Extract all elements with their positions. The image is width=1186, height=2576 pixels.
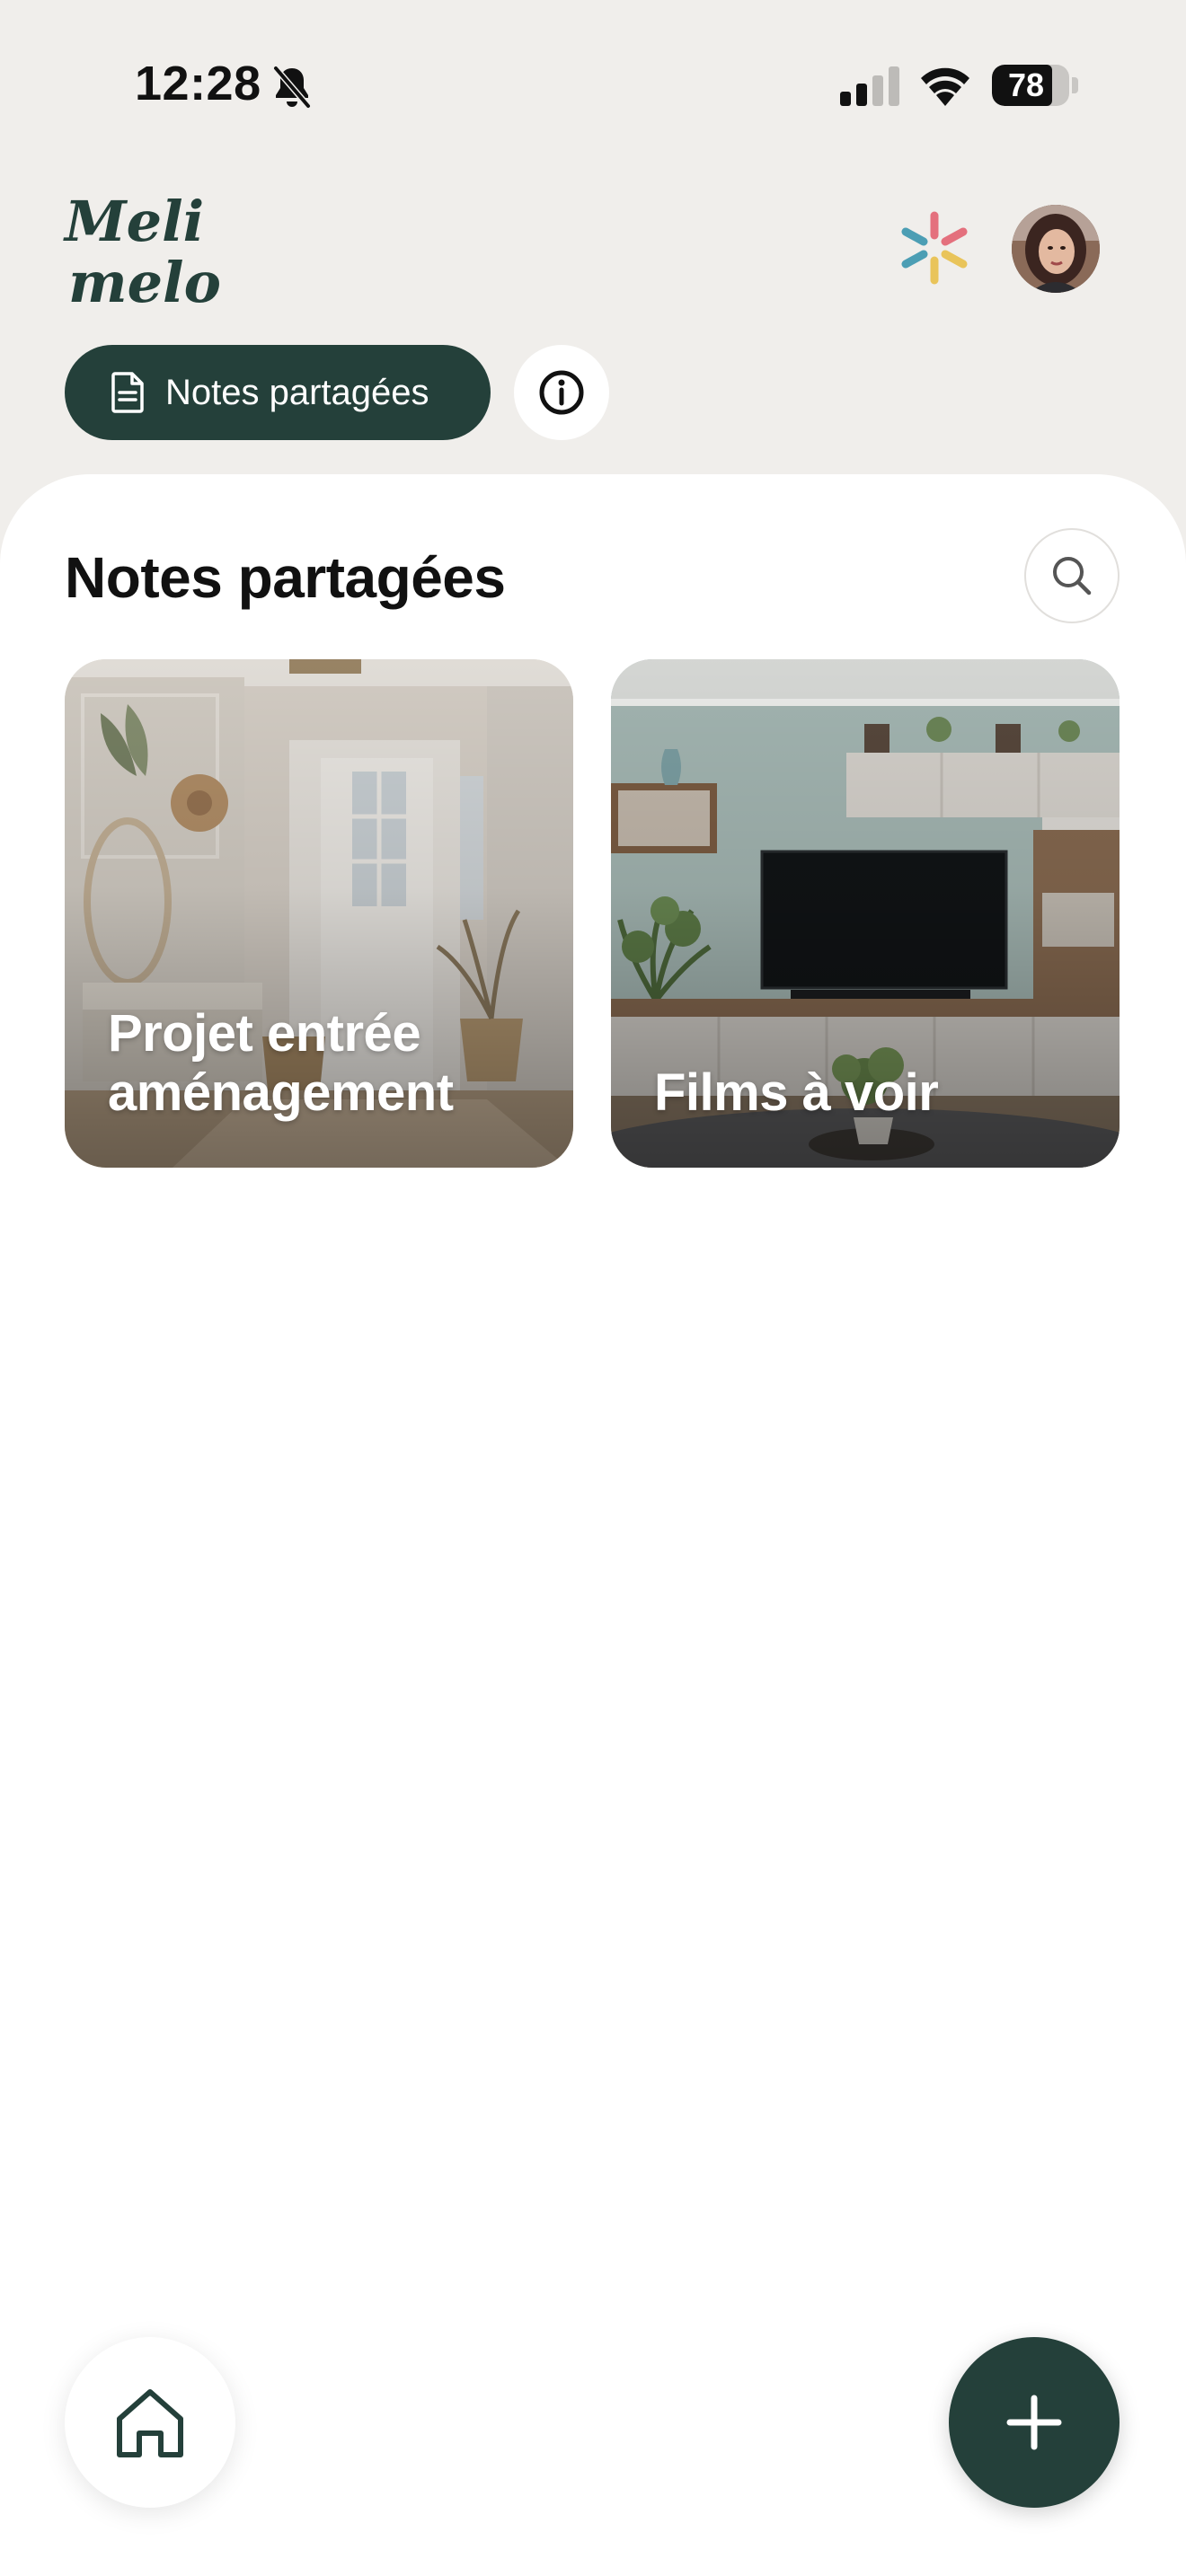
battery-percent: 78	[1007, 66, 1045, 103]
wifi-icon	[921, 67, 969, 106]
sparkle-icon[interactable]	[895, 208, 974, 287]
search-button[interactable]	[1024, 528, 1120, 623]
battery-body: 78	[992, 65, 1069, 106]
plus-icon	[1006, 2395, 1062, 2450]
cellular-signal-icon	[840, 66, 899, 106]
status-bar: 12:28 78	[0, 0, 1186, 171]
document-icon	[111, 372, 144, 413]
battery-indicator: 78	[992, 65, 1078, 106]
user-avatar[interactable]	[1012, 205, 1100, 293]
svg-text:melo: melo	[68, 250, 221, 314]
add-note-button[interactable]	[949, 2337, 1120, 2508]
note-card-title: Films à voir	[654, 1063, 939, 1122]
info-button[interactable]	[514, 345, 609, 440]
status-time: 12:28	[135, 57, 261, 110]
search-icon	[1053, 557, 1092, 595]
bell-slash-icon	[273, 66, 311, 109]
note-card[interactable]: Projet entrée aménagement	[65, 659, 573, 1168]
home-button[interactable]	[65, 2337, 235, 2508]
note-card[interactable]: Films à voir	[611, 659, 1120, 1168]
note-card-title: Projet entrée aménagement	[108, 1004, 454, 1122]
filter-chip-label: Notes partagées	[165, 372, 429, 412]
battery-cap	[1072, 77, 1078, 93]
notes-sheet: Notes partagées Projet entrée aménagemen…	[0, 474, 1186, 2576]
page-title: Notes partagées	[65, 545, 506, 610]
meli-melo-logo: Meli melo	[63, 189, 221, 314]
info-icon	[539, 370, 584, 415]
svg-text:Meli: Meli	[63, 189, 204, 254]
shared-notes-filter-chip[interactable]: Notes partagées	[65, 345, 491, 440]
home-icon	[117, 2389, 183, 2457]
